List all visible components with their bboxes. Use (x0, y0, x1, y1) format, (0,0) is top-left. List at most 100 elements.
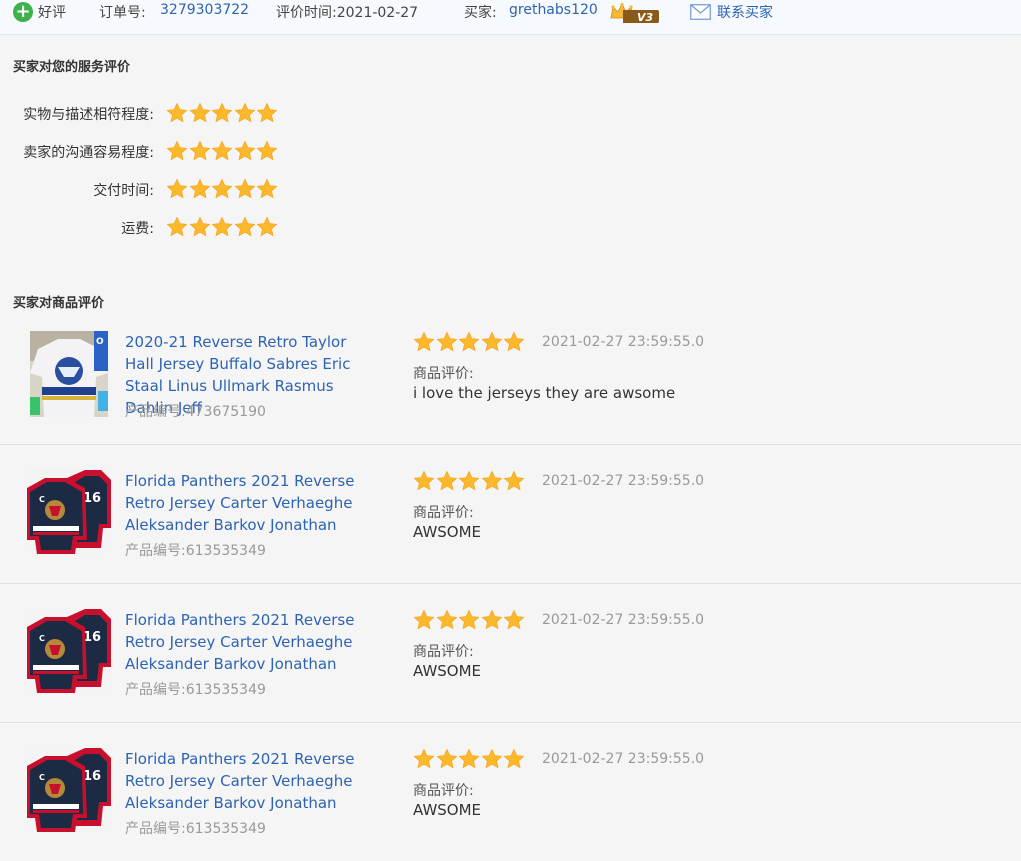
product-review-row: 16 C Florida Panthers 2021 Reverse Retro… (0, 444, 1021, 584)
star-icon (234, 102, 256, 124)
product-title-link[interactable]: Florida Panthers 2021 Reverse Retro Jers… (125, 470, 377, 536)
product-star-rating (413, 331, 526, 353)
product-review-row: 16 C Florida Panthers 2021 Reverse Retro… (0, 722, 1021, 861)
star-icon (436, 470, 458, 492)
star-icon (458, 609, 480, 631)
product-code-label: 产品编号: (125, 682, 186, 698)
svg-text:C: C (39, 634, 45, 643)
comment-label: 商品评价: (413, 366, 474, 382)
star-icon (166, 102, 188, 124)
star-rating (166, 140, 279, 162)
review-header: + 好评 订单号: 3279303722 评价时间:2021-02-27 买家:… (0, 0, 1021, 35)
star-icon (503, 609, 525, 631)
star-icon (256, 140, 278, 162)
product-thumbnail[interactable]: 16 C (27, 746, 111, 832)
star-icon (413, 470, 435, 492)
svg-text:C: C (39, 773, 45, 782)
star-icon (481, 748, 503, 770)
envelope-icon[interactable] (690, 4, 711, 20)
star-icon (234, 140, 256, 162)
buyer-name-link[interactable]: grethabs120 (509, 2, 598, 18)
svg-text:O: O (96, 337, 104, 347)
svg-text:C: C (39, 495, 45, 504)
product-code-value: 613535349 (185, 543, 266, 559)
star-icon (166, 140, 188, 162)
star-icon (234, 216, 256, 238)
product-title-link[interactable]: Florida Panthers 2021 Reverse Retro Jers… (125, 609, 377, 675)
product-review-row: O 2020-21 Reverse Retro Taylor Hall Jers… (0, 305, 1021, 445)
review-timestamp: 2021-02-27 23:59:55.0 (542, 751, 705, 767)
buyer-level-text: V3 (637, 11, 654, 24)
review-time-caption: 评价时间: (276, 5, 337, 21)
comment-label: 商品评价: (413, 783, 474, 799)
star-icon (436, 748, 458, 770)
comment-text: AWSOME (413, 662, 482, 680)
product-thumbnail[interactable]: 16 C (27, 607, 111, 693)
star-icon (436, 609, 458, 631)
review-time-value: 2021-02-27 (336, 5, 419, 21)
comment-text: AWSOME (413, 523, 482, 541)
star-icon (189, 102, 211, 124)
review-time-label: 评价时间:2021-02-27 (276, 2, 418, 22)
product-code-value: 613535349 (185, 682, 266, 698)
product-code: 产品编号:613535349 (125, 818, 266, 838)
star-icon (413, 609, 435, 631)
star-icon (503, 748, 525, 770)
star-icon (413, 331, 435, 353)
review-timestamp: 2021-02-27 23:59:55.0 (542, 473, 705, 489)
star-icon (481, 470, 503, 492)
star-icon (481, 331, 503, 353)
star-icon (256, 102, 278, 124)
star-icon (503, 470, 525, 492)
product-code-label: 产品编号: (125, 543, 186, 559)
svg-text:16: 16 (83, 769, 101, 784)
criterion-label: 卖家的沟通容易程度: (23, 145, 154, 161)
review-timestamp: 2021-02-27 23:59:55.0 (542, 334, 705, 350)
comment-label: 商品评价: (413, 505, 474, 521)
star-icon (481, 609, 503, 631)
product-review-row: 16 C Florida Panthers 2021 Reverse Retro… (0, 583, 1021, 723)
order-number-link[interactable]: 3279303722 (160, 2, 249, 18)
star-icon (458, 470, 480, 492)
contact-buyer-link[interactable]: 联系买家 (717, 2, 773, 22)
star-icon (211, 216, 233, 238)
star-rating (166, 178, 279, 200)
star-icon (413, 748, 435, 770)
criterion-label: 实物与描述相符程度: (23, 107, 154, 123)
product-code-label: 产品编号: (125, 404, 186, 420)
product-thumbnail[interactable]: O (30, 331, 108, 417)
criterion-label: 运费: (121, 221, 154, 237)
product-code-value: 473675190 (185, 404, 266, 420)
product-star-rating (413, 748, 526, 770)
star-icon (256, 178, 278, 200)
order-number-label: 订单号: (99, 5, 146, 21)
product-code-label: 产品编号: (125, 821, 186, 837)
comment-label: 商品评价: (413, 644, 474, 660)
review-timestamp: 2021-02-27 23:59:55.0 (542, 612, 705, 628)
star-icon (234, 178, 256, 200)
star-icon (503, 331, 525, 353)
svg-text:16: 16 (83, 630, 101, 645)
product-code: 产品编号:613535349 (125, 540, 266, 560)
star-rating (166, 216, 279, 238)
comment-text: i love the jerseys they are awsome (413, 384, 676, 402)
star-icon (189, 140, 211, 162)
star-icon (458, 331, 480, 353)
star-icon (166, 216, 188, 238)
product-code-value: 613535349 (185, 821, 266, 837)
buyer-level-crown-icon: V3 (610, 2, 659, 24)
svg-text:16: 16 (83, 491, 101, 506)
star-icon (256, 216, 278, 238)
product-code: 产品编号:473675190 (125, 401, 266, 421)
product-code: 产品编号:613535349 (125, 679, 266, 699)
product-thumbnail[interactable]: 16 C (27, 468, 111, 554)
star-icon (166, 178, 188, 200)
comment-text: AWSOME (413, 801, 482, 819)
rating-type-label: 好评 (38, 5, 66, 21)
star-icon (458, 748, 480, 770)
product-title-link[interactable]: Florida Panthers 2021 Reverse Retro Jers… (125, 748, 377, 814)
star-icon (436, 331, 458, 353)
star-icon (211, 102, 233, 124)
star-icon (211, 140, 233, 162)
star-icon (189, 178, 211, 200)
